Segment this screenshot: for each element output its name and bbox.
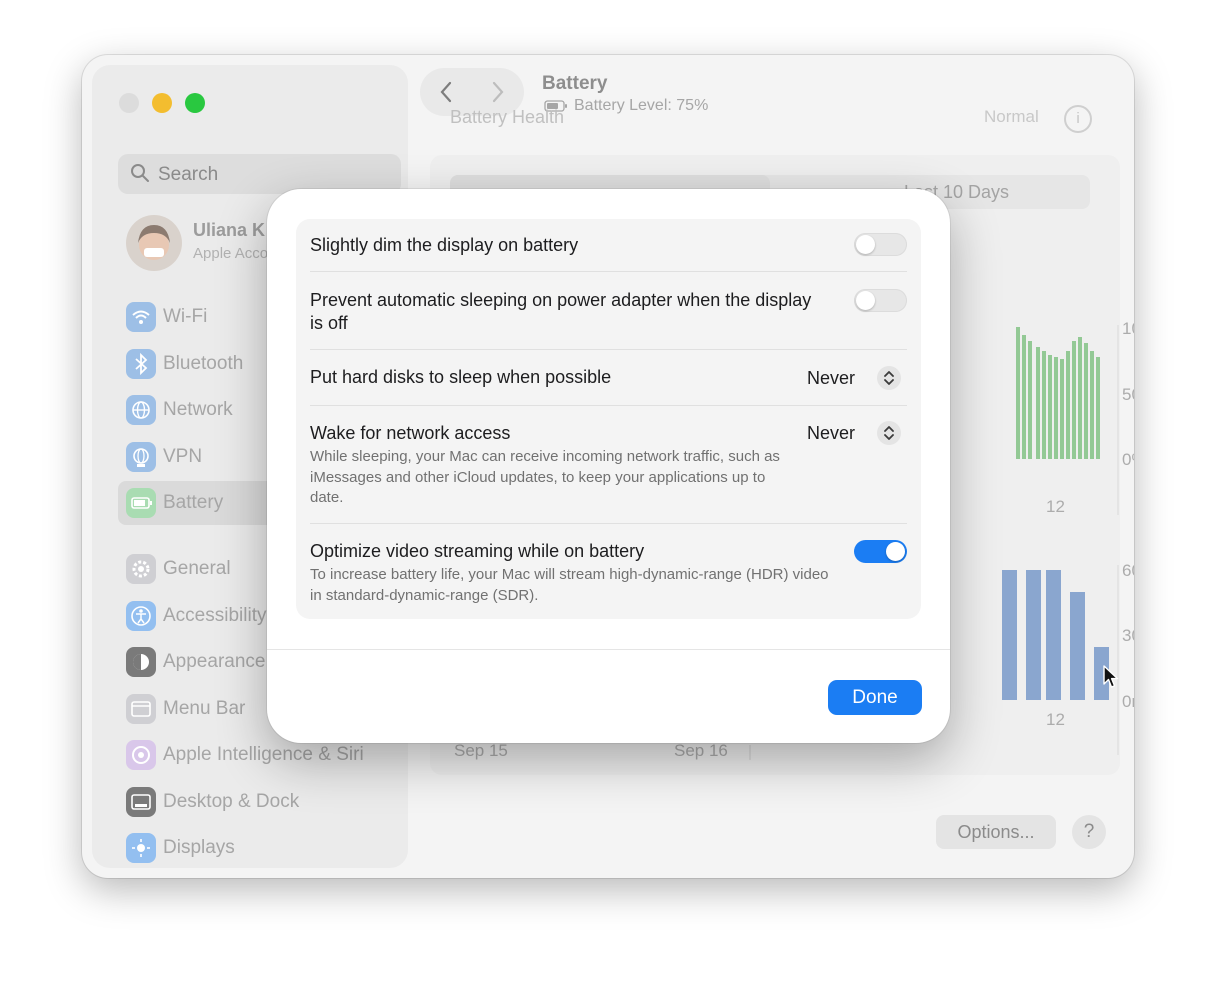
appearance-icon [126, 647, 156, 677]
toggle-knob [856, 291, 875, 310]
wake-network-popup[interactable]: Never [807, 423, 855, 444]
row-title: Put hard disks to sleep when possible [310, 367, 612, 387]
battery-level-bars [1016, 327, 1100, 459]
sidebar-item-label: Battery [163, 492, 224, 513]
usage-axis-tick: 60m [1122, 561, 1134, 580]
divider [310, 523, 907, 524]
accessibility-icon [126, 601, 156, 631]
row-title: Slightly dim the display on battery [310, 235, 579, 255]
done-button[interactable]: Done [828, 680, 922, 715]
prevent-sleep-toggle[interactable] [854, 289, 907, 312]
date-axis-tick: Sep 16 [674, 741, 728, 760]
level-axis-tick: 100% [1122, 319, 1134, 338]
close-window-button[interactable] [119, 93, 139, 113]
sidebar-item-label: Wi-Fi [163, 306, 208, 327]
memoji-icon [138, 225, 170, 260]
bluetooth-icon [126, 349, 156, 379]
level-axis-tick: 50% [1122, 385, 1134, 404]
sidebar-item-desktop-dock[interactable]: Desktop & Dock [118, 780, 406, 824]
user-account-label: Apple Acco [193, 245, 269, 262]
divider [310, 405, 907, 406]
sidebar-item-label: Bluetooth [163, 353, 244, 374]
battery-options-dialog: Slightly dim the display on battery Prev… [267, 189, 950, 743]
row-title: Prevent automatic sleeping on power adap… [310, 290, 812, 333]
options-button[interactable]: Options... [936, 815, 1056, 849]
sidebar-item-label: Menu Bar [163, 698, 246, 719]
sidebar-item-label: Apple Intelligence & Siri [163, 744, 364, 765]
vpn-globe-icon [126, 442, 156, 472]
chevron-up-down-icon[interactable] [877, 421, 901, 445]
siri-icon [126, 740, 156, 770]
sidebar-item-label: VPN [163, 446, 203, 467]
hard-disk-sleep-popup[interactable]: Never [807, 368, 855, 389]
wifi-icon [126, 302, 156, 332]
sidebar-item-label: Desktop & Dock [163, 791, 300, 812]
usage-axis-tick: 30m [1122, 626, 1134, 645]
row-description: While sleeping, your Mac can receive inc… [310, 448, 780, 506]
sidebar-item-label: General [163, 558, 231, 579]
time-axis-tick: 12 [1046, 710, 1065, 729]
row-description: To increase battery life, your Mac will … [310, 566, 829, 604]
displays-icon [126, 833, 156, 863]
search-field[interactable]: Search [118, 154, 401, 194]
chevron-up-down-icon[interactable] [877, 366, 901, 390]
sidebar-item-label: Network [163, 399, 233, 420]
row-title: Optimize video streaming while on batter… [310, 541, 645, 561]
battery-icon [126, 488, 156, 518]
menu-bar-icon [126, 694, 156, 724]
dim-display-toggle[interactable] [854, 233, 907, 256]
divider [310, 271, 907, 272]
sidebar-item-label: Accessibility [163, 605, 267, 626]
toggle-knob [886, 542, 905, 561]
sidebar-item-label: Displays [163, 837, 235, 858]
dialog-divider [267, 649, 950, 650]
user-avatar[interactable] [126, 215, 182, 271]
divider [310, 349, 907, 350]
search-icon [131, 164, 149, 182]
search-placeholder: Search [158, 164, 219, 185]
options-group: Slightly dim the display on battery Prev… [296, 219, 921, 619]
prevent-sleep-row: Prevent automatic sleeping on power adap… [310, 289, 907, 339]
dim-display-row: Slightly dim the display on battery [310, 234, 907, 259]
gear-icon [126, 554, 156, 584]
time-axis-tick: 12 [1046, 497, 1065, 516]
zoom-window-button[interactable] [185, 93, 205, 113]
toggle-knob [856, 235, 875, 254]
user-name: Uliana K [193, 220, 266, 240]
help-button[interactable]: ? [1072, 815, 1106, 849]
globe-icon [126, 395, 156, 425]
usage-bars [1002, 570, 1109, 700]
dock-icon [126, 787, 156, 817]
sidebar-item-label: Appearance [163, 651, 266, 672]
usage-axis-tick: 0m [1122, 692, 1134, 711]
sidebar-item-displays[interactable]: Displays [118, 826, 406, 870]
level-axis-tick: 0% [1122, 450, 1134, 469]
mouse-pointer-icon [1103, 665, 1119, 688]
minimize-window-button[interactable] [152, 93, 172, 113]
optimize-video-row: Optimize video streaming while on batter… [310, 540, 907, 610]
date-axis-tick: Sep 15 [454, 741, 508, 760]
row-title: Wake for network access [310, 423, 511, 443]
optimize-video-toggle[interactable] [854, 540, 907, 563]
